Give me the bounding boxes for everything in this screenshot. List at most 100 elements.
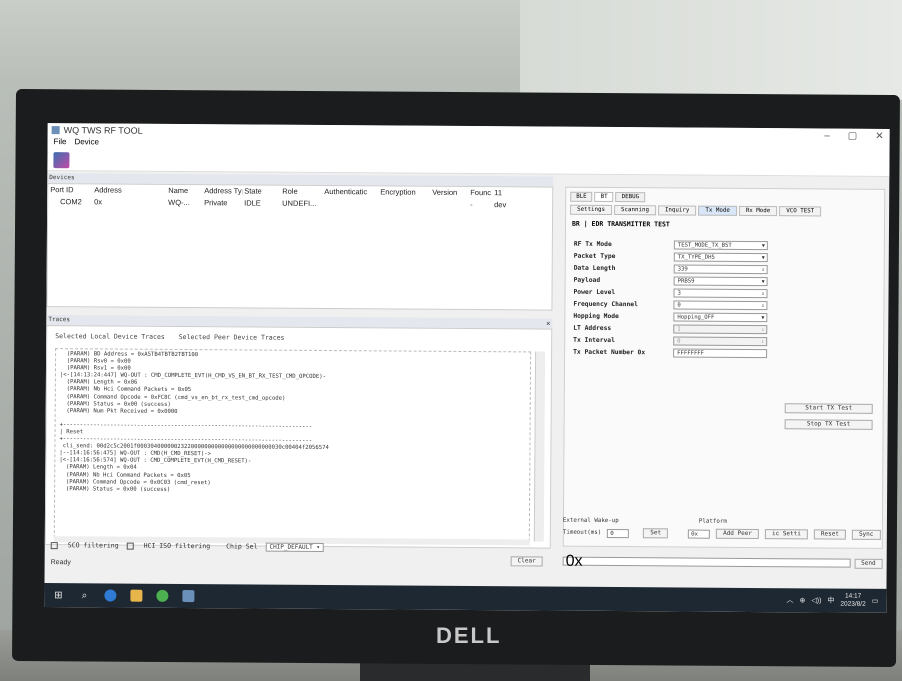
field-label: LT Address [573,324,612,332]
rf-tool-taskbar-icon[interactable] [182,590,195,603]
tab-peer-traces[interactable]: Selected Peer Device Traces [179,333,285,342]
col-port-id[interactable]: Port ID [48,184,92,196]
maximize-button[interactable]: ▢ [848,130,858,141]
close-button[interactable]: ✕ [875,130,883,141]
clock[interactable]: 14:17 2023/8/2 [840,593,865,609]
tab-ble[interactable]: BLE [570,191,593,202]
chevron-down-icon: ▼ [761,242,765,249]
timeout-label: Timeout(ms) [562,529,602,536]
traces-title: Traces [48,316,71,324]
col-extra[interactable]: 11 [492,187,522,199]
sco-filter-label: SCO filtering [67,541,119,550]
col-authentication[interactable]: Authenticatic [322,186,378,198]
bt-subtabs: Settings Scanning Inquiry Tx Mode Rx Mod… [566,202,884,217]
tab-scanning[interactable]: Scanning [613,205,656,216]
cell-version [430,199,468,211]
trace-log[interactable]: (PARAM) BD Address = 0xA5TB4TBTB2TBT100 … [53,348,532,542]
cell-authentication [322,198,378,210]
chip-sel-dropdown[interactable]: CHIP_DEFAULT ▾ [265,542,325,552]
col-address-type[interactable]: Address Typ [202,185,242,197]
system-tray: ︿ ⊕ ◁)) 中 14:17 2023/8/2 ▭ [786,592,886,609]
send-input[interactable]: 0x [562,553,851,570]
windows-start-icon[interactable]: ⊞ [52,589,64,601]
field-dropdown[interactable]: PRBS9 ▼ [673,275,768,286]
chip-sel-label: Chip Sel [226,542,258,551]
col-encryption[interactable]: Encryption [378,186,430,198]
app-green-icon[interactable] [156,589,169,602]
hci-filter-checkbox[interactable] [126,542,134,550]
field-value: TX_TYPE_DH5 [677,253,715,261]
stop-tx-test-button[interactable]: Stop TX Test [784,419,873,430]
chevron-up-icon[interactable]: ︿ [786,595,793,605]
ic-settings-button[interactable]: ic Setti [764,529,808,540]
field-spinbox[interactable]: 3 ⇕ [673,287,768,298]
field-input[interactable]: FFFFFFFF [673,347,768,358]
col-state[interactable]: State [242,185,280,197]
clear-button[interactable]: Clear [510,556,543,567]
field-value: PRBS9 [677,277,695,285]
field-value: 0 [677,337,681,344]
app-screen: WQ TWS RF TOOL – ▢ ✕ File Device Devices… [44,123,890,613]
col-name[interactable]: Name [166,185,202,197]
input-language[interactable]: 中 [827,596,834,606]
minimize-button[interactable]: – [824,130,830,141]
search-icon[interactable]: ⌕ [78,589,90,601]
app-icon [51,126,60,135]
set-button[interactable]: Set [643,528,669,539]
field-spinbox[interactable]: 0 ⇕ [673,299,768,310]
tab-inquiry[interactable]: Inquiry [657,205,697,216]
toolbar [47,149,890,177]
add-peer-button[interactable]: Add Peer [716,528,760,540]
file-explorer-icon[interactable] [130,589,143,602]
field-value: 1 [677,325,681,332]
menu-file[interactable]: File [54,137,67,149]
devices-table: Port ID Address Name Address Typ State R… [46,183,554,311]
device-row[interactable]: COM2 0x WQ-... Private IDLE UNDEFI... - … [48,196,552,212]
field-label: Packet Type [573,252,616,260]
sco-filter-checkbox[interactable] [50,541,58,549]
spin-arrows-icon: ⇕ [761,326,765,333]
cell-encryption [378,198,430,210]
traces-section: Traces ✕ Selected Local Device Traces Se… [44,315,553,549]
cell-extra: dev [494,200,507,210]
field-dropdown[interactable]: TEST_MODE_TX_BST ▼ [673,239,768,250]
cell-address: 0x [94,197,103,207]
monitor-logo: DELL [436,623,502,648]
field-label: Power Level [573,288,616,296]
field-label: Payload [573,276,601,284]
reset-button[interactable]: Reset [813,529,846,540]
cell-port: COM2 [60,197,82,207]
tab-rx-mode[interactable]: Rx Mode [738,205,778,217]
notification-icon[interactable]: ▭ [872,597,879,605]
field-dropdown[interactable]: TX_TYPE_DH5 ▼ [673,251,768,262]
field-spinbox: 0 ⇕ [673,335,768,346]
col-version[interactable]: Version [430,187,468,199]
tab-local-traces[interactable]: Selected Local Device Traces [55,332,165,341]
volume-icon[interactable]: ◁)) [811,596,821,604]
close-traces-icon[interactable]: ✕ [546,319,550,329]
trace-vertical-scrollbar[interactable] [533,351,546,542]
field-spinbox[interactable]: 339 ⇕ [673,263,768,274]
timeout-input[interactable]: 0 [607,528,630,538]
field-dropdown[interactable]: Hopping_OFF ▼ [673,311,768,322]
menu-device[interactable]: Device [74,137,99,149]
window-title: WQ TWS RF TOOL [63,125,143,136]
platform-input[interactable]: 0x [688,529,711,539]
field-value: TEST_MODE_TX_BST [677,241,732,249]
tab-vco-test[interactable]: VCO TEST [779,206,822,217]
network-icon[interactable]: ⊕ [799,596,805,604]
tab-bt[interactable]: BT [594,191,614,203]
connect-icon[interactable] [53,152,70,169]
col-address[interactable]: Address [92,184,166,197]
tab-debug[interactable]: DEBUG [615,192,646,203]
col-found[interactable]: Founc [468,187,492,199]
tab-settings[interactable]: Settings [570,204,613,216]
tab-tx-mode[interactable]: Tx Mode [698,205,737,216]
send-button[interactable]: Send [854,558,883,569]
field-label: Tx Packet Number 0x [573,348,646,356]
col-role[interactable]: Role [280,186,322,198]
start-tx-test-button[interactable]: Start TX Test [784,403,873,414]
field-value: Hopping_OFF [677,313,715,321]
edge-browser-icon[interactable] [104,589,117,602]
sync-button[interactable]: Sync [851,529,881,540]
